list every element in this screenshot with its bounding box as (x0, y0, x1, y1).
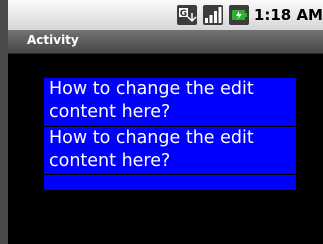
signal-strength-icon (202, 4, 224, 26)
left-edge (0, 0, 8, 244)
edit-text-field-1[interactable]: How to change the edit content here? (44, 78, 296, 126)
edit-text-line: How to change the edit (49, 79, 254, 99)
status-bar: G 1:18 AM (8, 0, 323, 30)
edit-text-line: How to change the edit (49, 128, 254, 148)
activity-title: Activity (27, 33, 79, 47)
svg-text:G: G (180, 9, 187, 19)
title-bar: Activity (8, 30, 323, 54)
edit-text-line: content here? (49, 151, 171, 171)
edit-text-field-2[interactable]: How to change the edit content here? (44, 126, 296, 174)
battery-charging-icon (228, 4, 250, 26)
clock-time: 1:18 (253, 6, 292, 24)
status-icons: G 1:18 AM (176, 4, 323, 26)
edit-text-field-3[interactable] (44, 174, 296, 190)
gmail-notification-icon: G (176, 4, 198, 26)
edit-text-line: content here? (49, 102, 171, 122)
status-clock: 1:18 AM (254, 6, 323, 24)
clock-ampm: AM (296, 6, 323, 24)
